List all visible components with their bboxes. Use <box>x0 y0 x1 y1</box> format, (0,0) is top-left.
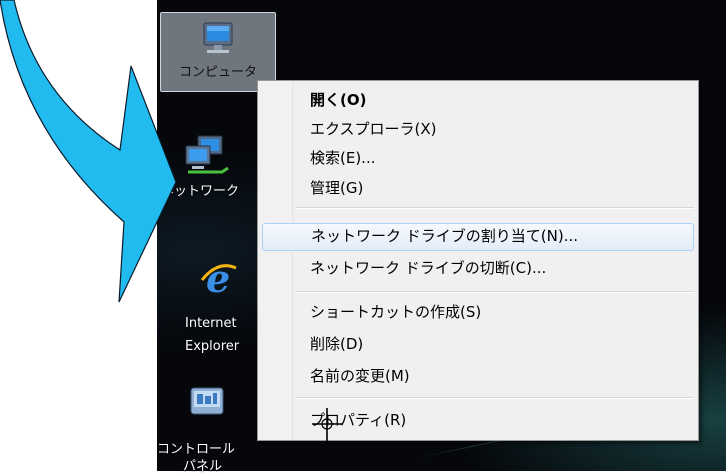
menu-item-rename[interactable]: 名前の変更(M) <box>294 363 694 389</box>
control-panel-icon <box>190 387 224 415</box>
desktop-icon-label-line2: パネル <box>183 459 223 474</box>
menu-item-properties[interactable]: プロパティ(R) <box>294 407 694 433</box>
desktop-icon-label-line2: Explorer <box>185 339 240 354</box>
menu-separator <box>296 397 694 399</box>
crosshair-cursor-icon <box>312 408 342 444</box>
menu-separator <box>296 207 694 209</box>
desktop-icon-label-line1: コントロール <box>157 442 236 457</box>
context-menu: 開く(O) エクスプローラ(X) 検索(E)... 管理(G) ネットワーク ド… <box>257 80 699 441</box>
menu-item-open[interactable]: 開く(O) <box>294 87 694 113</box>
menu-item-map-network-drive[interactable]: ネットワーク ドライブの割り当て(N)... <box>262 223 694 251</box>
menu-item-explorer[interactable]: エクスプローラ(X) <box>294 116 694 142</box>
menu-item-disconnect-network-drive[interactable]: ネットワーク ドライブの切断(C)... <box>294 255 694 281</box>
menu-item-search[interactable]: 検索(E)... <box>294 145 694 171</box>
blue-curved-arrow-icon <box>0 0 177 303</box>
menu-item-create-shortcut[interactable]: ショートカットの作成(S) <box>294 299 694 325</box>
menu-item-delete[interactable]: 削除(D) <box>294 331 694 357</box>
menu-icon-gutter <box>258 81 293 440</box>
menu-item-manage[interactable]: 管理(G) <box>294 175 694 201</box>
menu-separator <box>296 291 694 293</box>
